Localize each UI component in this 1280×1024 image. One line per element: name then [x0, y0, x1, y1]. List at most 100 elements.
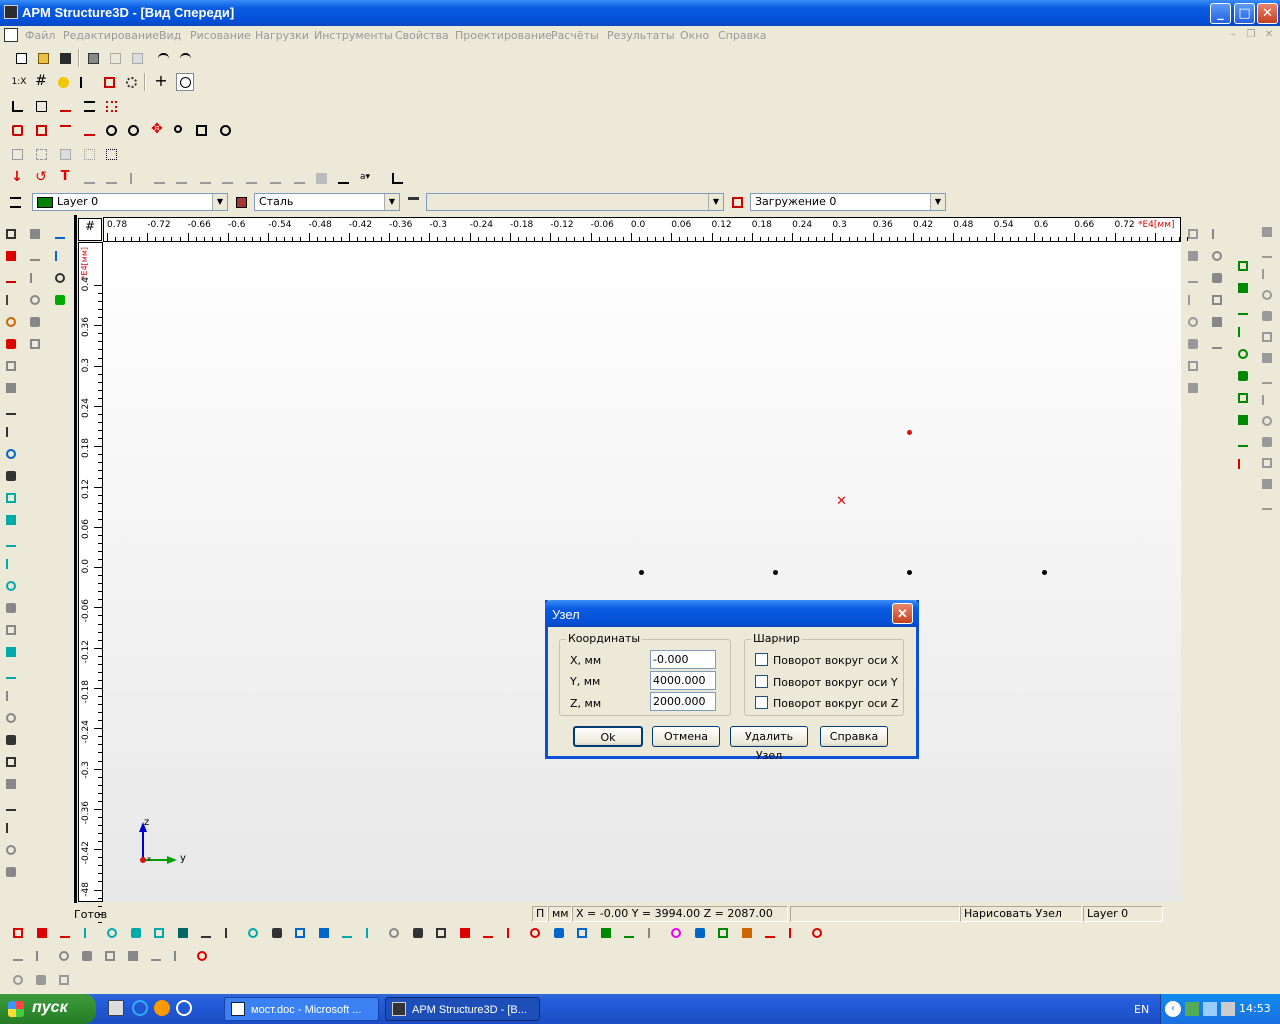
- bottom-tool-icon[interactable]: [104, 925, 120, 941]
- right-tool2-icon[interactable]: [1209, 270, 1225, 286]
- right-tool3-icon[interactable]: [1235, 412, 1251, 428]
- scale-button[interactable]: 1:X: [10, 73, 28, 91]
- right-tool-icon[interactable]: [1185, 292, 1201, 308]
- app-icon[interactable]: [4, 5, 18, 19]
- menu-results[interactable]: Результаты: [607, 29, 675, 42]
- section-combo[interactable]: ▼: [426, 193, 724, 211]
- chevron-down-icon[interactable]: ▼: [930, 194, 945, 210]
- left-tool-icon[interactable]: [3, 446, 19, 462]
- load11-icon[interactable]: [312, 169, 330, 187]
- right-tool-icon[interactable]: [1185, 226, 1201, 242]
- right-tool3-icon[interactable]: [1235, 258, 1251, 274]
- zoom-all-icon[interactable]: [192, 121, 210, 139]
- bottom-tool-icon[interactable]: [316, 925, 332, 941]
- menu-loads[interactable]: Нагрузки: [255, 29, 309, 42]
- layers-icon[interactable]: [80, 97, 98, 115]
- crosshair-icon[interactable]: +: [152, 73, 170, 91]
- left-tool-icon[interactable]: [3, 798, 19, 814]
- zoom-out-icon[interactable]: [124, 121, 142, 139]
- bottom-tool-icon[interactable]: [645, 925, 661, 941]
- bottom-tool-icon[interactable]: [574, 925, 590, 941]
- diagram-icon[interactable]: [388, 169, 406, 187]
- bottom-tool-icon[interactable]: [762, 925, 778, 941]
- left-tool-icon[interactable]: [3, 754, 19, 770]
- axes-icon[interactable]: [8, 97, 26, 115]
- title-bar[interactable]: APM Structure3D - [Вид Спереди] _ □ ✕: [0, 0, 1280, 26]
- load10-icon[interactable]: [290, 169, 308, 187]
- right-tool2-icon[interactable]: [1209, 226, 1225, 242]
- view-front-icon[interactable]: [8, 121, 26, 139]
- menu-edit[interactable]: Редактирование: [63, 29, 159, 42]
- left-tool-icon[interactable]: [3, 644, 19, 660]
- menu-tools[interactable]: Инструменты: [314, 29, 393, 42]
- left-tool-icon[interactable]: [3, 556, 19, 572]
- moment-icon[interactable]: ↺: [32, 169, 50, 187]
- maximize-button[interactable]: □: [1234, 3, 1255, 24]
- menu-view[interactable]: Вид: [159, 29, 181, 42]
- save-icon[interactable]: [56, 49, 74, 67]
- menu-help[interactable]: Справка: [718, 29, 766, 42]
- ruler-corner-grid-icon[interactable]: #: [78, 218, 102, 241]
- chevron-down-icon[interactable]: ▼: [708, 194, 723, 210]
- bottom-tool-icon[interactable]: [339, 925, 355, 941]
- dialog-close-button[interactable]: ✕: [892, 603, 913, 624]
- mesh1-icon[interactable]: [8, 145, 26, 163]
- load8-icon[interactable]: [242, 169, 260, 187]
- bottom-tool-icon[interactable]: [245, 925, 261, 941]
- node[interactable]: [907, 570, 912, 575]
- dropdown-arrow-icon[interactable]: a▾: [356, 169, 374, 187]
- bottom-tool2-icon[interactable]: [148, 948, 164, 964]
- undo-icon[interactable]: [154, 49, 172, 67]
- zoom-in-icon[interactable]: [102, 121, 120, 139]
- left-tool-icon[interactable]: [3, 314, 19, 330]
- bottom-tool-icon[interactable]: [715, 925, 731, 941]
- right-tool3-icon[interactable]: [1235, 390, 1251, 406]
- left-tool-icon[interactable]: [3, 732, 19, 748]
- mesh2-icon[interactable]: [32, 145, 50, 163]
- bottom-tool-icon[interactable]: [81, 925, 97, 941]
- bottom-tool2-icon[interactable]: [171, 948, 187, 964]
- material-icon[interactable]: [232, 193, 250, 211]
- load9-icon[interactable]: [266, 169, 284, 187]
- bottom-tool-icon[interactable]: [551, 925, 567, 941]
- left-tool-icon[interactable]: [3, 578, 19, 594]
- mesh4-icon[interactable]: [80, 145, 98, 163]
- select-cursor-icon[interactable]: [76, 73, 94, 91]
- left-tool-icon[interactable]: [3, 402, 19, 418]
- mdi-minimize-icon[interactable]: –: [1226, 29, 1240, 41]
- tray-expand-icon[interactable]: ‹: [1165, 1001, 1181, 1017]
- right-tool2-icon[interactable]: [1209, 292, 1225, 308]
- palette-icon[interactable]: [54, 73, 72, 91]
- snap-icon[interactable]: [176, 73, 194, 91]
- material-combo[interactable]: Сталь ▼: [254, 193, 400, 211]
- left-tool-icon[interactable]: [3, 688, 19, 704]
- left-tool-icon[interactable]: [3, 864, 19, 880]
- copy-icon[interactable]: [106, 49, 124, 67]
- pan-icon[interactable]: ✥: [148, 121, 166, 139]
- temperature-icon[interactable]: T: [56, 169, 74, 187]
- left-tool3-icon[interactable]: [52, 270, 68, 286]
- right-tool-icon[interactable]: [1185, 270, 1201, 286]
- right-tool3-icon[interactable]: [1235, 324, 1251, 340]
- bottom-tool-icon[interactable]: [57, 925, 73, 941]
- bottom-tool2-icon[interactable]: [10, 948, 26, 964]
- close-button[interactable]: ✕: [1257, 3, 1278, 24]
- left-tool2-icon[interactable]: [27, 248, 43, 264]
- tray-monitor-icon[interactable]: [1221, 1002, 1235, 1016]
- load1-icon[interactable]: [80, 169, 98, 187]
- left-tool-icon[interactable]: [3, 468, 19, 484]
- internet-explorer-icon[interactable]: [132, 1000, 148, 1016]
- language-indicator[interactable]: EN: [1134, 1003, 1149, 1016]
- left-tool2-icon[interactable]: [27, 336, 43, 352]
- chevron-down-icon[interactable]: ▼: [212, 194, 227, 210]
- rot-z-checkbox[interactable]: [755, 696, 768, 709]
- right-tool3-icon[interactable]: [1235, 280, 1251, 296]
- left-tool-icon[interactable]: [3, 490, 19, 506]
- right-tool2-icon[interactable]: [1209, 314, 1225, 330]
- left-tool3-icon[interactable]: [52, 226, 68, 242]
- left-tool-icon[interactable]: [3, 776, 19, 792]
- bottom-tool-icon[interactable]: [386, 925, 402, 941]
- load7-icon[interactable]: [218, 169, 236, 187]
- force-icon[interactable]: ↓: [8, 169, 26, 187]
- document-icon[interactable]: [4, 28, 18, 42]
